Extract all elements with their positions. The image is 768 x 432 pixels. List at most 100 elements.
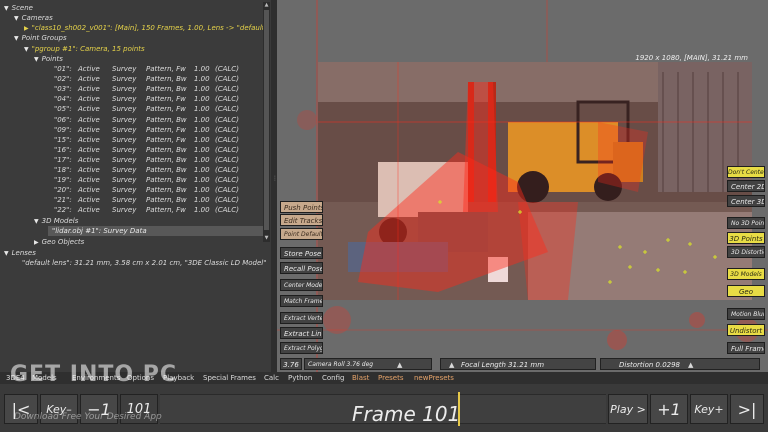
point-row[interactable]: "03": Active Survey Pattern, Bw 1.00 (CALC) [0,84,262,94]
expand-triangle-icon[interactable]: ▼ [4,5,9,12]
point-type: Survey [112,105,137,114]
store-pose-button[interactable]: Store Pose [280,247,323,259]
tree-item-geo-objects[interactable]: ▶ Geo Objects [34,237,84,247]
point-weight: 1.00 [194,115,210,124]
point-status: Active [78,75,100,84]
expand-triangle-icon[interactable]: ▼ [14,15,19,22]
expand-triangle-icon[interactable]: ▼ [34,218,39,225]
tree-item-3d-models[interactable]: ▼ 3D Models [34,216,78,226]
recall-pose-button[interactable]: Recall Pose [280,262,323,274]
point-row[interactable]: "20": Active Survey Pattern, Bw 1.00 (CALC) [0,185,262,195]
dont-center-button[interactable]: Don't Center [727,166,765,178]
expand-triangle-icon[interactable]: ▼ [34,56,39,63]
point-row[interactable]: "02": Active Survey Pattern, Bw 1.00 (CALC) [0,74,262,84]
point-pattern: Pattern, Bw [146,145,187,154]
focal-length-slider[interactable]: ▲ Focal Length 31.21 mm [440,358,596,370]
slider-handle-icon[interactable]: ▲ [449,359,454,369]
full-frame-button[interactable]: Full Frame [727,342,765,354]
center-2d-button[interactable]: Center 2D [727,180,765,192]
point-type: Survey [112,95,137,104]
point-row[interactable]: "05": Active Survey Pattern, Fw 1.00 (CALC) [0,104,262,114]
edit-tracks-button[interactable]: Edit Tracks [280,214,323,226]
undistort-button[interactable]: Undistort [727,324,765,336]
point-pattern: Pattern, Fw [146,65,186,73]
motion-blur-button[interactable]: Motion Blur [727,308,765,320]
footage-frame[interactable] [318,62,752,300]
point-row[interactable]: "22": Active Survey Pattern, Fw 1.00 (CALC) [0,205,262,215]
slider-handle-icon[interactable]: ▲ [397,359,402,369]
point-pattern: Pattern, Bw [146,155,187,164]
menu-blast[interactable]: Blast [352,372,369,384]
menu-presets[interactable]: Presets [378,372,403,384]
expand-triangle-icon[interactable]: ▼ [4,250,9,257]
point-defaults-button[interactable]: Point Defaults [280,228,323,240]
camera-roll-slider[interactable]: Camera Roll 3.76 deg ▲ [304,358,432,370]
point-name: "20": [54,186,72,195]
zoom-value-field[interactable]: 3.76 [280,358,302,370]
point-row[interactable]: "04": Active Survey Pattern, Fw 1.00 (CALC) [0,94,262,104]
point-name: "21": [54,196,72,205]
collapsed-triangle-icon[interactable]: ▶ [24,25,29,32]
point-calc: (CALC) [215,125,239,134]
menu-config[interactable]: Config [322,372,344,384]
3d-models-button[interactable]: 3D Models [727,268,765,280]
collapsed-triangle-icon[interactable]: ▶ [34,239,39,246]
tree-scrollbar[interactable]: ▲ ▼ [263,2,270,242]
tree-item-point-groups[interactable]: ▼ Point Groups [14,33,67,43]
geo-button[interactable]: Geo [727,285,765,297]
tree-item-points[interactable]: ▼ Points [34,54,63,64]
extract-polygon-button[interactable]: Extract Polygon [280,342,323,354]
point-weight: 1.00 [194,65,210,73]
tree-item-lidar-selected[interactable]: "lidar.obj #1": Survey Data [48,226,263,236]
expand-triangle-icon[interactable]: ▼ [14,35,19,42]
point-row[interactable]: "16": Active Survey Pattern, Bw 1.00 (CALC) [0,145,262,155]
3d-points-button[interactable]: 3D Points [727,232,765,244]
no-3d-points-button[interactable]: No 3D Points [727,217,765,229]
point-calc: (CALC) [215,186,239,195]
menu-python[interactable]: Python [288,372,312,384]
warehouse-footage-image [318,62,752,300]
extract-vertex-button[interactable]: Extract Vertex [280,312,323,324]
tree-item-lens-entry[interactable]: "default lens": 31.21 mm, 3.58 cm x 2.01… [22,258,266,268]
point-row[interactable]: "21": Active Survey Pattern, Bw 1.00 (CALC) [0,195,262,205]
distortion-slider[interactable]: Distortion 0.0298 ▲ [600,358,760,370]
tree-item-cameras[interactable]: ▼ Cameras [14,13,53,23]
menu-newpresets[interactable]: newPresets [414,372,454,384]
playhead-marker[interactable] [458,392,460,426]
match-frame-button[interactable]: Match Frame [280,295,323,307]
tree-item-lenses[interactable]: ▼ Lenses [4,248,36,258]
tree-item-scene[interactable]: ▼ Scene [4,3,33,13]
step-forward-button[interactable]: +1 [650,394,688,424]
expand-triangle-icon[interactable]: ▼ [24,46,29,53]
point-name: "06": [54,115,72,124]
go-to-end-button[interactable]: >| [730,394,764,424]
scroll-down-arrow-icon[interactable]: ▼ [263,235,270,242]
tree-item-pgroup[interactable]: ▼ "pgroup #1": Camera, 15 points [24,44,145,54]
point-row[interactable]: "01": Active Survey Pattern, Fw 1.00 (CALC) [0,64,262,74]
scrollbar-thumb[interactable] [264,10,269,230]
splitter-grip-icon[interactable]: ⋮ [272,175,278,185]
extract-line-button[interactable]: Extract Line [280,327,323,339]
point-row[interactable]: "18": Active Survey Pattern, Bw 1.00 (CALC) [0,165,262,175]
frame-number-label: Frame 101 [352,402,461,426]
point-row[interactable]: "06": Active Survey Pattern, Bw 1.00 (CALC) [0,115,262,125]
point-type: Survey [112,125,137,134]
push-points-button[interactable]: Push Points [280,201,323,213]
scroll-up-arrow-icon[interactable]: ▲ [263,2,270,9]
play-forward-button[interactable]: Play > [608,394,648,424]
point-row[interactable]: "17": Active Survey Pattern, Bw 1.00 (CALC) [0,155,262,165]
slider-handle-icon[interactable]: ▲ [688,359,693,369]
next-key-button[interactable]: Key+ [690,394,728,424]
tree-item-camera-entry[interactable]: ▶ "class10_sh002_v001": [Main], 150 Frame… [24,23,265,33]
camera-viewport[interactable]: 1920 x 1080, [MAIN], 31.21 mm Push Point… [277,0,768,372]
point-row[interactable]: "15": Active Survey Pattern, Fw 1.00 (CALC) [0,135,262,145]
watermark: GET INTO PC Download Free Your Desired A… [4,362,214,428]
point-row[interactable]: "19": Active Survey Pattern, Bw 1.00 (CALC) [0,175,262,185]
3d-distortion-button[interactable]: 3D Distortion [727,246,765,258]
center-models-button[interactable]: Center Models [280,279,323,291]
center-3d-button[interactable]: Center 3D [727,195,765,207]
point-weight: 1.00 [194,186,210,195]
menu-calc[interactable]: Calc [264,372,279,384]
point-row[interactable]: "09": Active Survey Pattern, Fw 1.00 (CALC) [0,125,262,135]
point-status: Active [78,176,100,185]
